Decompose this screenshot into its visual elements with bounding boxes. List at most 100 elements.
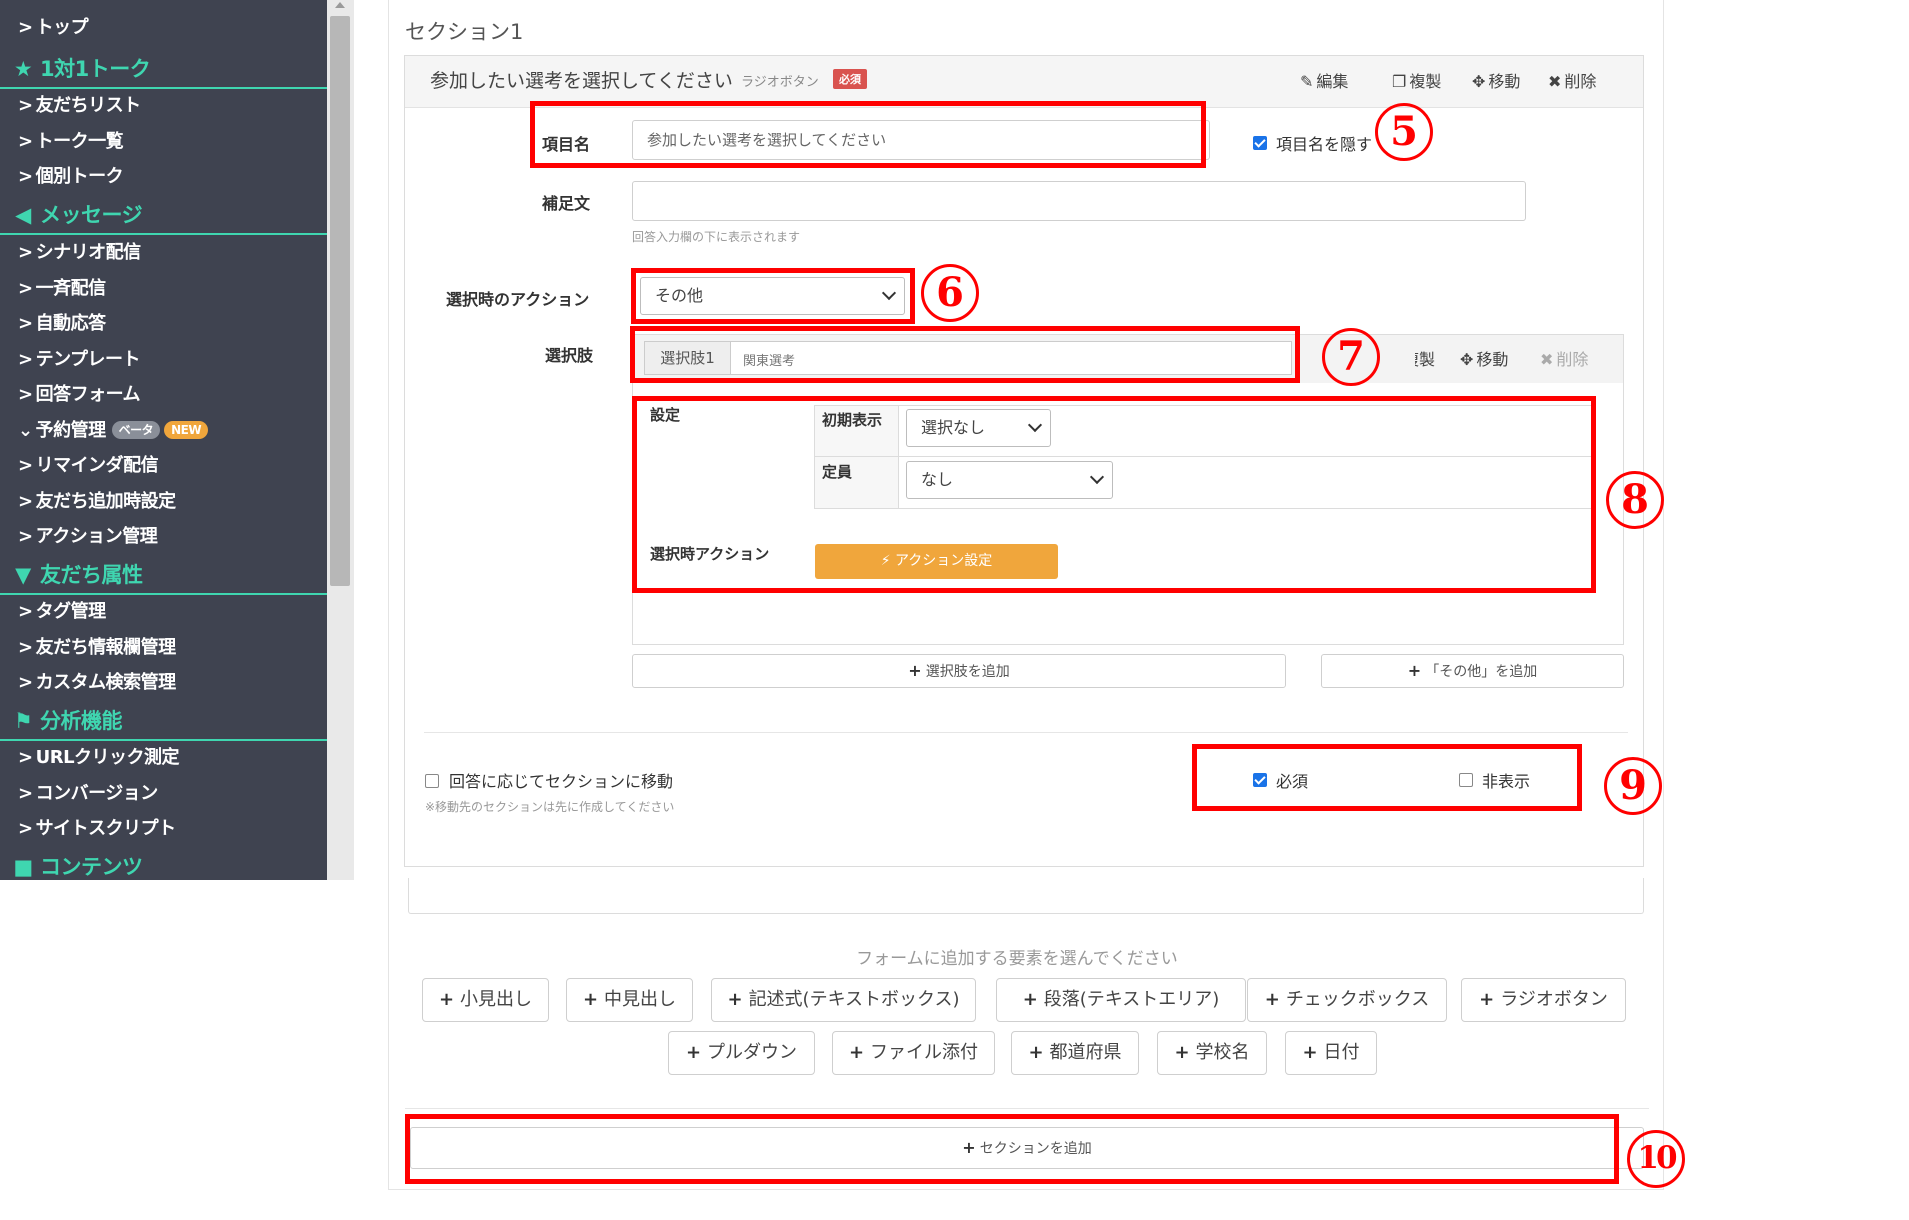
sidebar-head-friend-attr[interactable]: ▼ 友だち属性: [0, 557, 327, 595]
sidebar-item-friend-add-settings[interactable]: > 友だち追加時設定: [18, 490, 176, 514]
annotation-box-10: [405, 1114, 1619, 1184]
sidebar-item-friend-info[interactable]: > 友だち情報欄管理: [18, 636, 176, 660]
edit-button[interactable]: ✎ 編集: [1300, 68, 1348, 92]
hide-item-name-checkbox[interactable]: [1253, 136, 1267, 150]
choice-delete-button[interactable]: ✖ 削除: [1540, 346, 1588, 370]
add-date-button[interactable]: + 日付: [1285, 1031, 1377, 1075]
plus-icon: +: [1264, 989, 1280, 1010]
close-icon: ✖: [1540, 350, 1554, 369]
sidebar-item-url-click[interactable]: > URLクリック測定: [18, 746, 180, 770]
choice-copy-button[interactable]: 複製: [1415, 346, 1435, 370]
sidebar-item-auto-reply[interactable]: > 自動応答: [18, 312, 106, 336]
folder-icon: ■: [13, 855, 33, 879]
sidebar-item-custom-search[interactable]: > カスタム検索管理: [18, 671, 176, 695]
sidebar-item-top[interactable]: > トップ: [18, 16, 89, 40]
plus-icon: +: [1028, 1042, 1044, 1063]
sidebar-item-tag[interactable]: > タグ管理: [18, 600, 106, 624]
jump-section-note: ※移動先のセクションは先に作成してください: [425, 800, 675, 814]
sidebar-item-site-script[interactable]: > サイトスクリプト: [18, 817, 176, 841]
required-badge: 必須: [833, 69, 867, 89]
question-divider: [424, 732, 1628, 733]
sidebar-item-broadcast[interactable]: > 一斉配信: [18, 277, 106, 301]
sidebar-item-individual-talk[interactable]: > 個別トーク: [18, 165, 124, 189]
add-radio-button[interactable]: + ラジオボタン: [1461, 978, 1626, 1022]
sidebar-item-scenario[interactable]: > シナリオ配信: [18, 241, 141, 265]
plus-icon: +: [685, 1042, 702, 1063]
sidebar-head-talk[interactable]: ★ 1対1トーク: [0, 51, 327, 89]
plus-icon: +: [1302, 1042, 1318, 1063]
sidebar-head-analysis[interactable]: ⚑ 分析機能: [0, 703, 327, 741]
annotation-number-9: 9: [1604, 757, 1662, 815]
choice-move-button[interactable]: ✥ 移動: [1460, 346, 1508, 370]
delete-button[interactable]: ✖ 削除: [1548, 68, 1596, 92]
add-prefecture-button[interactable]: + 都道府県: [1011, 1031, 1139, 1075]
new-badge: NEW: [164, 421, 209, 439]
annotation-number-6: 6: [921, 264, 979, 322]
move-icon: ✥: [1472, 72, 1486, 91]
copy-icon: ❐: [1392, 72, 1407, 91]
question-footer: [408, 878, 1644, 914]
sidebar-item-reminder[interactable]: > リマインダ配信: [18, 454, 159, 478]
annotation-number-5: 5: [1375, 103, 1433, 161]
annotation-box-6: [631, 268, 915, 324]
annotation-box-7: [630, 326, 1300, 383]
add-small-heading-button[interactable]: + 小見出し: [422, 978, 549, 1022]
plus-icon: +: [438, 989, 455, 1010]
add-textbox-button[interactable]: + 記述式(テキストボックス): [711, 978, 976, 1022]
sidebar-item-reservation[interactable]: ⌄ 予約管理 ベータ NEW: [18, 419, 209, 443]
sidebar-head-contents[interactable]: ■ コンテンツ: [0, 849, 327, 880]
scrollbar-thumb[interactable]: [330, 16, 350, 586]
add-other-button[interactable]: + 「その他」を追加: [1321, 654, 1624, 688]
plus-icon: +: [908, 661, 922, 680]
move-icon: ✥: [1460, 350, 1474, 369]
plus-icon: +: [582, 989, 599, 1010]
hide-item-name-label: 項目名を隠す: [1276, 135, 1373, 154]
add-textarea-button[interactable]: + 段落(テキストエリア): [996, 978, 1246, 1022]
beta-badge: ベータ: [111, 421, 161, 439]
sidebar-item-talk-list[interactable]: > トーク一覧: [18, 130, 124, 154]
sidebar-head-message[interactable]: ◀ メッセージ: [0, 197, 327, 235]
add-choice-button[interactable]: + 選択肢を追加: [632, 654, 1286, 688]
jump-section-checkbox[interactable]: [425, 774, 439, 788]
sidebar-item-conversion[interactable]: > コンバージョン: [18, 782, 158, 806]
supplement-input[interactable]: [632, 181, 1526, 221]
plus-icon: +: [1407, 661, 1422, 680]
sidebar-nav: > トップ ★ 1対1トーク > 友だちリスト > トーク一覧 > 個別トーク ◀ メッセー…: [0, 0, 327, 880]
supplement-help: 回答入力欄の下に表示されます: [632, 230, 801, 244]
supplement-label: 補足文: [542, 194, 591, 213]
sidebar-item-answer-form[interactable]: > 回答フォーム: [18, 383, 141, 407]
question-type-label: ラジオボタン: [741, 75, 819, 90]
copy-button[interactable]: ❐ 複製: [1392, 68, 1441, 92]
filter-icon: ▼: [15, 563, 31, 587]
plus-icon: +: [1022, 989, 1038, 1010]
star-icon: ★: [13, 57, 33, 81]
sidebar-item-friends-list[interactable]: > 友だちリスト: [18, 94, 141, 118]
annotation-number-10: 10: [1627, 1130, 1685, 1188]
plus-icon: +: [1479, 989, 1495, 1010]
section-title: セクション1: [405, 20, 524, 44]
add-school-button[interactable]: + 学校名: [1157, 1031, 1267, 1075]
add-pulldown-button[interactable]: + プルダウン: [668, 1031, 815, 1075]
flag-icon: ⚑: [13, 709, 33, 733]
add-checkbox-button[interactable]: + チェックボックス: [1247, 978, 1447, 1022]
sidebar-item-template[interactable]: > テンプレート: [18, 348, 141, 372]
sidebar-item-action-management[interactable]: > アクション管理: [18, 525, 158, 549]
select-action-label: 選択時のアクション: [446, 290, 590, 309]
sidebar-scrollbar[interactable]: [327, 0, 354, 880]
annotation-box-9: [1192, 744, 1582, 811]
jump-section-label: 回答に応じてセクションに移動: [449, 772, 674, 791]
annotation-number-7: 7: [1322, 328, 1380, 386]
move-button[interactable]: ✥ 移動: [1472, 68, 1520, 92]
scroll-up-icon[interactable]: [335, 2, 345, 8]
annotation-box-8: [632, 396, 1596, 593]
megaphone-icon: ◀: [15, 203, 31, 227]
add-file-button[interactable]: + ファイル添付: [832, 1031, 995, 1075]
add-element-prompt: フォームに追加する要素を選んでください: [856, 949, 1178, 969]
add-medium-heading-button[interactable]: + 中見出し: [566, 978, 693, 1022]
plus-icon: +: [727, 989, 743, 1010]
plus-icon: +: [1174, 1042, 1190, 1063]
annotation-box-5: [530, 101, 1206, 168]
plus-icon: +: [848, 1042, 865, 1063]
annotation-number-8: 8: [1606, 471, 1664, 529]
question-title: 参加したい選考を選択してください: [430, 70, 733, 92]
